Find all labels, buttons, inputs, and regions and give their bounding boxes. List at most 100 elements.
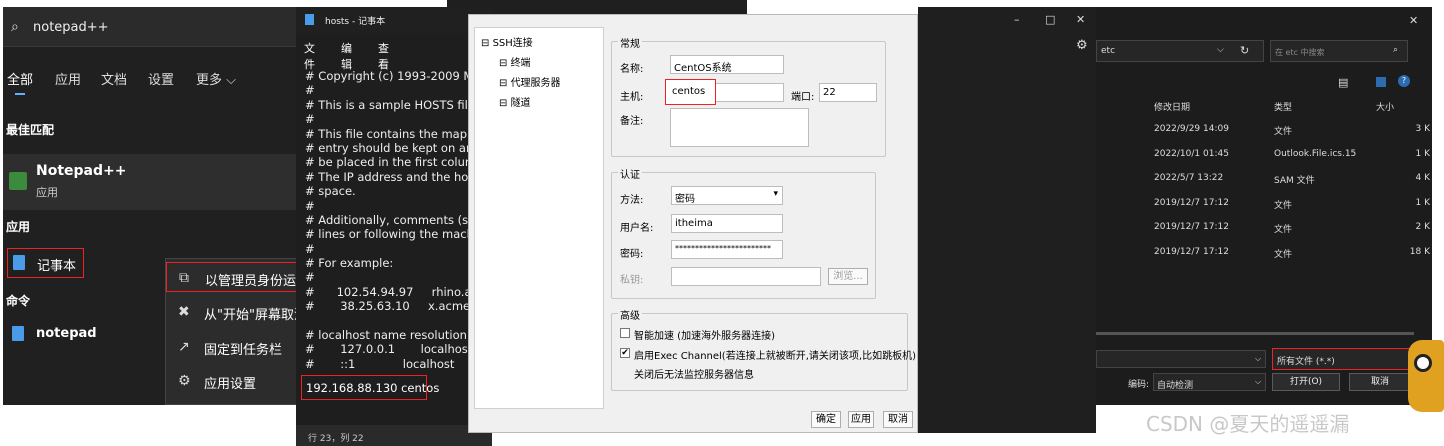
run-as-admin-label: 以管理员身份运行	[205, 274, 310, 289]
file-row[interactable]: 2022/9/29 14:09 文件 3 K	[1096, 118, 1432, 142]
text-line: # This is a sample HOSTS file us	[305, 97, 492, 112]
file-type-filter[interactable]: 所有文件 (*.*)	[1272, 348, 1416, 370]
file-modified: 2022/10/1 01:45	[1154, 148, 1229, 159]
method-select[interactable]: 密码 ▾	[671, 186, 783, 205]
text-line: # lines or following the machin	[305, 227, 485, 242]
menu-item-pin-taskbar[interactable]: ↗ 固定到任务栏	[166, 332, 307, 362]
address-path: etc	[1101, 46, 1116, 56]
menu-item-unpin-start[interactable]: ✖ 从"开始"屏幕取消固定	[166, 297, 333, 327]
file-type-value: 所有文件 (*.*)	[1277, 357, 1335, 367]
smart-accel-label: 智能加速 (加速海外服务器连接)	[634, 331, 775, 342]
tree-item-proxy[interactable]: ⊟ 代理服务器	[499, 74, 561, 89]
tab-more[interactable]: 更多 ⌵	[196, 69, 236, 88]
host-label: 主机:	[620, 92, 644, 103]
background-window: – □ ✕ ⚙	[918, 7, 1096, 433]
method-value: 密码	[675, 194, 695, 205]
host-value: centos	[672, 86, 706, 97]
file-row[interactable]: 2019/12/7 17:12 文件 18 K	[1096, 241, 1432, 265]
file-row[interactable]: 2019/12/7 17:12 文件 2 K	[1096, 216, 1432, 240]
password-input[interactable]: ************************	[671, 240, 783, 259]
checkmark-icon: ✔	[621, 348, 629, 358]
tree-item-terminal[interactable]: ⊟ 终端	[499, 54, 531, 69]
menu-view[interactable]: 查看	[378, 40, 389, 72]
menu-edit[interactable]: 编辑	[341, 40, 352, 72]
search-input[interactable]: notepad++	[33, 20, 109, 35]
smart-accel-checkbox[interactable]	[620, 328, 630, 338]
username-input[interactable]: itheima	[671, 214, 783, 233]
notepad-command-icon	[12, 326, 24, 341]
tree-item-tunnel[interactable]: ⊟ 隧道	[499, 94, 531, 109]
best-match-subtitle: 应用	[36, 186, 58, 199]
username-label: 用户名:	[620, 223, 654, 234]
notepad-statusbar: 行 23，列 22	[296, 425, 492, 446]
menu-file[interactable]: 文件	[304, 40, 315, 72]
private-key-label: 私钥:	[620, 275, 644, 286]
method-label: 方法:	[620, 195, 644, 206]
chevron-down-icon: ⌵	[1255, 377, 1262, 386]
gear-icon: ⚙	[178, 373, 191, 389]
address-bar[interactable]: etc ⌵	[1096, 40, 1264, 62]
note-input[interactable]	[670, 108, 809, 147]
file-row[interactable]: 2019/12/7 17:12 文件 1 K	[1096, 192, 1432, 216]
notepad-command-item[interactable]: notepad	[7, 320, 147, 350]
notepad-text-area[interactable]: # Copyright (c) 1993-2009 Micr # # This is…	[305, 69, 492, 371]
file-modified: 2022/9/29 14:09	[1154, 124, 1229, 134]
col-modified[interactable]: 修改日期	[1154, 100, 1190, 113]
best-match-item[interactable]: Notepad++ 应用	[3, 154, 306, 210]
port-input[interactable]: 22	[819, 83, 877, 102]
tab-all[interactable]: 全部	[7, 69, 33, 88]
file-modified: 2019/12/7 17:12	[1154, 197, 1229, 208]
filename-input[interactable]: ⌵	[1096, 350, 1266, 368]
minimize-icon[interactable]: –	[1014, 13, 1020, 26]
mascot-icon	[1408, 340, 1444, 412]
exec-channel-checkbox[interactable]: ✔	[620, 348, 630, 358]
preview-pane-icon[interactable]	[1376, 77, 1386, 87]
col-type[interactable]: 类型	[1274, 100, 1292, 113]
admin-window-icon: ⧉	[179, 270, 189, 286]
notepad-app-label: 记事本	[37, 259, 77, 274]
chevron-down-icon[interactable]: ⌵	[1217, 45, 1224, 55]
text-line	[305, 314, 492, 328]
apply-button[interactable]: 应用	[848, 411, 874, 428]
close-icon[interactable]: ✕	[1076, 13, 1085, 26]
text-line: # be placed in the first column	[305, 155, 484, 170]
file-row[interactable]: 2022/5/7 13:22 SAM 文件 4 K	[1096, 167, 1432, 191]
file-cancel-button[interactable]: 取消	[1349, 373, 1411, 391]
text-line: #	[305, 198, 315, 213]
best-match-title: Notepad++	[36, 163, 127, 179]
app-settings-label: 应用设置	[204, 377, 257, 392]
notepad-app-item[interactable]: 记事本	[7, 248, 84, 278]
file-row[interactable]: 2022/10/1 01:45 Outlook.File.ics.15 1 K	[1096, 143, 1432, 167]
ok-button[interactable]: 确定	[811, 411, 841, 428]
maximize-icon[interactable]: □	[1045, 13, 1055, 26]
search-field[interactable]: 在 etc 中搜索 ⌕	[1270, 40, 1408, 62]
private-key-input[interactable]	[671, 267, 821, 286]
search-placeholder: 在 etc 中搜索	[1275, 48, 1325, 57]
cancel-button[interactable]: 取消	[883, 411, 913, 428]
text-line: # entry should be kept on an in	[305, 140, 488, 155]
col-size[interactable]: 大小	[1376, 100, 1394, 113]
menu-item-app-settings[interactable]: ⚙ 应用设置	[166, 366, 307, 396]
column-headers: 修改日期 类型 大小	[1096, 94, 1432, 118]
refresh-icon[interactable]: ↻	[1240, 44, 1249, 57]
encoding-select[interactable]: 自动检测 ⌵	[1153, 373, 1266, 391]
tab-documents[interactable]: 文档	[101, 69, 127, 88]
name-input[interactable]: CentOS系统	[670, 55, 784, 74]
help-icon[interactable]: ?	[1398, 75, 1410, 87]
tab-apps[interactable]: 应用	[55, 69, 81, 88]
encoding-value: 自动检测	[1157, 381, 1194, 391]
text-line: # space.	[305, 184, 356, 199]
tab-settings[interactable]: 设置	[148, 69, 174, 88]
notepad-plus-plus-icon	[9, 172, 27, 190]
open-button[interactable]: 打开(O)	[1272, 373, 1340, 391]
browse-button[interactable]: 浏览...	[828, 268, 868, 285]
horizontal-scrollbar[interactable]	[1096, 332, 1414, 335]
menu-item-run-as-admin[interactable]: ⧉ 以管理员身份运行	[166, 262, 310, 292]
advanced-group: 高级 智能加速 (加速海外服务器连接) ✔ 启用Exec Channel(若连接…	[611, 307, 916, 391]
view-options-icon[interactable]: ▤	[1338, 76, 1348, 89]
tree-item-ssh[interactable]: ⊟ SSH连接	[481, 34, 533, 49]
search-box[interactable]: ⌕ notepad++	[3, 7, 306, 47]
gear-icon[interactable]: ⚙	[1076, 38, 1088, 53]
chevron-down-icon: ▾	[773, 189, 778, 199]
close-icon[interactable]: ✕	[1409, 14, 1418, 27]
